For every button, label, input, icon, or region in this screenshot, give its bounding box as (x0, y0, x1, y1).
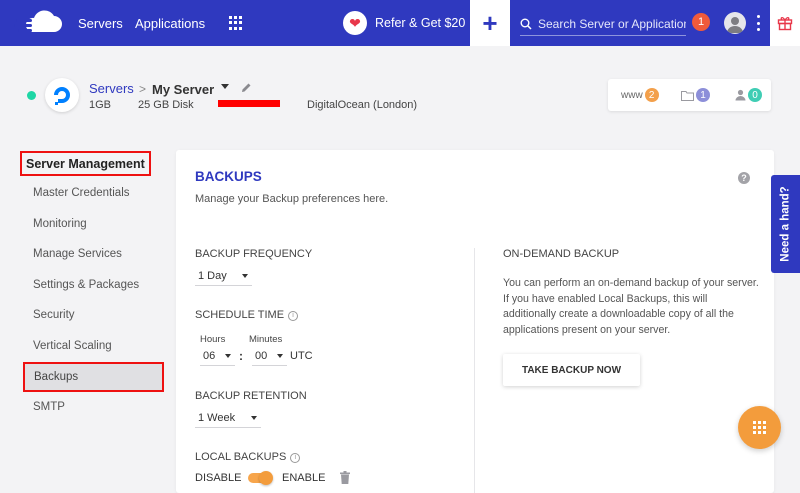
stat-applications[interactable]: www 2 (621, 88, 659, 102)
stat-files[interactable]: 1 (681, 88, 710, 102)
backup-retention-select[interactable]: 1 Week (195, 408, 261, 428)
take-backup-now-button[interactable]: TAKE BACKUP NOW (503, 354, 640, 386)
help-icon[interactable]: ? (738, 172, 750, 184)
sidebar-item-monitoring[interactable]: Monitoring (33, 218, 87, 230)
chevron-down-icon (251, 416, 257, 420)
avatar[interactable] (724, 12, 746, 34)
hours-label: Hours (200, 334, 226, 345)
sidebar-title: Server Management (20, 151, 151, 176)
digitalocean-icon (54, 87, 70, 105)
need-a-hand-tab[interactable]: Need a hand? (771, 175, 800, 273)
www-label: www (621, 89, 643, 101)
local-backups-toggle[interactable] (248, 471, 273, 485)
applications-count: 2 (644, 88, 659, 102)
gift-icon (777, 17, 793, 31)
backup-frequency-label: BACKUP FREQUENCY (195, 248, 313, 260)
info-icon[interactable]: i (288, 310, 299, 321)
sidebar-item-smtp[interactable]: SMTP (33, 401, 65, 413)
schedule-time-label: SCHEDULE TIME i (195, 309, 299, 321)
need-a-hand-label: Need a hand? (779, 186, 792, 262)
sidebar-item-settings-packages[interactable]: Settings & Packages (33, 279, 139, 291)
stat-users[interactable]: 0 (735, 88, 762, 102)
digitalocean-logo (45, 78, 79, 112)
breadcrumb-servers-link[interactable]: Servers (89, 81, 134, 96)
search-bar[interactable] (520, 12, 686, 36)
minutes-select[interactable]: 00 (252, 346, 287, 366)
redacted-ip (218, 100, 280, 107)
schedule-time-text: SCHEDULE TIME (195, 309, 285, 321)
disable-label: DISABLE (195, 472, 242, 484)
backup-retention-label: BACKUP RETENTION (195, 390, 307, 402)
backup-frequency-value: 1 Day (198, 269, 227, 282)
chevron-down-icon (277, 354, 283, 358)
top-navbar: Servers Applications ❤ Refer & Get $20 +… (0, 0, 800, 46)
more-menu-icon[interactable] (757, 15, 761, 31)
cloudways-logo[interactable] (14, 10, 64, 38)
chevron-down-icon (242, 274, 248, 278)
hours-value: 06 (203, 349, 216, 362)
local-backups-text: LOCAL BACKUPS (195, 451, 287, 463)
heart-icon: ❤ (343, 11, 367, 35)
sidebar-item-vertical-scaling[interactable]: Vertical Scaling (33, 340, 112, 352)
nav-servers-link[interactable]: Servers (78, 16, 123, 31)
refer-label: Refer & Get $20 (375, 16, 466, 30)
refer-button[interactable]: ❤ Refer & Get $20 (343, 11, 465, 35)
enable-label: ENABLE (282, 472, 326, 484)
nav-applications-link[interactable]: Applications (135, 16, 205, 31)
breadcrumb-separator: > (139, 82, 147, 96)
minutes-value: 00 (255, 349, 268, 362)
add-button[interactable]: + (470, 0, 510, 46)
folder-icon (681, 90, 694, 101)
users-count: 0 (748, 88, 762, 102)
server-provider: DigitalOcean (London) (307, 99, 418, 111)
backup-frequency-select[interactable]: 1 Day (195, 266, 252, 286)
column-divider (474, 248, 475, 493)
backup-retention-value: 1 Week (198, 411, 236, 424)
info-icon[interactable]: i (290, 452, 301, 463)
minutes-label: Minutes (249, 334, 283, 345)
timezone-label: UTC (290, 350, 313, 362)
time-separator: : (239, 349, 243, 363)
server-name: My Server (152, 82, 215, 97)
sidebar-item-security[interactable]: Security (33, 309, 75, 321)
local-backups-label: LOCAL BACKUPS i (195, 451, 301, 463)
page-title: BACKUPS (195, 169, 262, 184)
server-ram: 1GB (89, 99, 112, 111)
sidebar-item-manage-services[interactable]: Manage Services (33, 248, 122, 260)
gift-button[interactable] (770, 0, 800, 46)
sidebar-item-master-credentials[interactable]: Master Credentials (33, 187, 130, 199)
chevron-down-icon (225, 354, 231, 358)
server-switch-dropdown-icon[interactable] (221, 84, 229, 89)
user-icon (735, 89, 746, 101)
ondemand-backup-title: ON-DEMAND BACKUP (503, 248, 620, 260)
trash-icon[interactable] (340, 471, 350, 484)
notification-badge[interactable]: 1 (692, 13, 710, 31)
backups-card: BACKUPS Manage your Backup preferences h… (176, 150, 774, 493)
server-stats-box: www 2 1 0 (608, 79, 771, 111)
search-input[interactable] (538, 16, 686, 31)
sidebar-item-backups[interactable]: Backups (23, 362, 164, 392)
apps-grid-icon[interactable] (229, 16, 243, 30)
server-status-indicator (27, 91, 36, 100)
edit-pencil-icon[interactable] (241, 82, 252, 93)
ondemand-backup-description: You can perform an on-demand backup of y… (503, 277, 759, 336)
page-subtitle: Manage your Backup preferences here. (195, 193, 389, 205)
toggle-knob (259, 471, 273, 485)
user-icon (727, 17, 743, 33)
quick-actions-grid-button[interactable] (738, 406, 781, 449)
files-count: 1 (696, 88, 710, 102)
search-icon (520, 18, 532, 30)
hours-select[interactable]: 06 (200, 346, 235, 366)
server-disk: 25 GB Disk (138, 99, 194, 111)
